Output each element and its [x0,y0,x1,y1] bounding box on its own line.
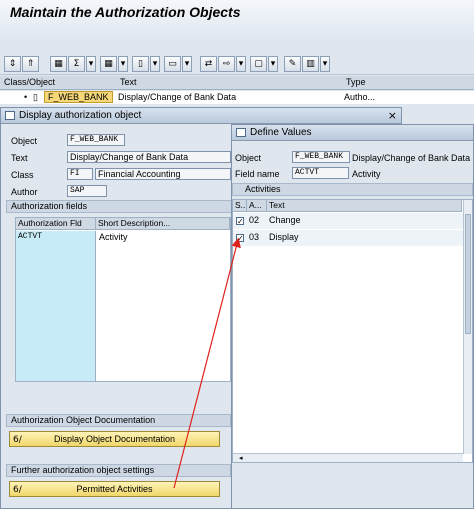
sum-dropdown-icon[interactable]: ▾ [86,56,96,72]
tree-header: Class/Object Text Type [0,76,474,90]
object-label: Object [235,153,262,163]
object-icon: ▯ [33,92,38,102]
auth-field-description: Activity [99,232,128,242]
dialog-title: Define Values [250,127,312,138]
tree-object-type: Autho... [344,92,376,102]
execute-icon: 6∕ [13,485,22,495]
permitted-activities-button[interactable]: 6∕ Permitted Activities [9,481,220,497]
permitted-activities-label: Permitted Activities [76,484,153,494]
page-title: Maintain the Authorization Objects [10,4,241,20]
authorization-fields-table: Authorization Fld Short Description... A… [15,217,231,382]
activities-table: S.. A... Text ✓ 02 Change ✓ 03 Display ◂ [232,199,473,463]
application-toolbar: ⇕ ⇑ ▦ Σ ▾ ▦ ▾ ▯ ▾ ▭ ▾ ⇄ ⇨ ▾ ▢ ▾ ✎ ▥ ▾ [0,53,474,75]
export-dropdown-icon[interactable]: ▾ [182,56,192,72]
scroll-thumb[interactable] [465,214,471,334]
auth-field-actvt[interactable]: ACTVT [18,232,42,241]
edit-pencil-icon[interactable]: ✎ [284,56,301,72]
window-icon [236,128,246,137]
column-select[interactable]: S.. [233,200,247,212]
tree-bullet: • [24,92,28,102]
expand-icon[interactable]: ⇕ [4,56,21,72]
object-description: Display/Change of Bank Data [352,153,471,163]
text-label: Text [11,153,28,163]
column-text[interactable]: Text [120,77,137,87]
tree-row[interactable]: • ▯ F_WEB_BANK Display/Change of Bank Da… [0,91,474,104]
column-type[interactable]: Type [346,77,366,87]
author-field[interactable]: SAP [67,185,107,197]
class-label: Class [11,170,34,180]
activity-checkbox[interactable]: ✓ [236,217,244,226]
display-object-documentation-button[interactable]: 6∕ Display Object Documentation [9,431,220,447]
object-field[interactable]: F_WEB_BANK [292,151,350,163]
scroll-left-icon[interactable]: ◂ [239,455,247,462]
print-icon[interactable]: ▯ [132,56,149,72]
further-settings-group: Further authorization object settings [6,464,231,477]
display-object-documentation-label: Display Object Documentation [53,434,176,444]
delete-dropdown-icon[interactable]: ▾ [320,56,330,72]
close-icon[interactable]: × [388,109,397,122]
forward-dropdown-icon[interactable]: ▾ [236,56,246,72]
fld-column-fill [16,231,96,381]
navigate-icon[interactable]: ⇄ [200,56,217,72]
object-label: Object [11,136,38,146]
column-short-description[interactable]: Short Description... [96,218,230,230]
column-activity[interactable]: A... [247,200,267,212]
window-icon [5,111,15,120]
layout-dropdown-icon[interactable]: ▾ [118,56,128,72]
collapse-icon[interactable]: ⇑ [22,56,39,72]
define-values-dialog: Define Values Object F_WEB_BANK Display/… [231,124,474,509]
new-document-icon[interactable]: ▢ [250,56,267,72]
dialog-title-bar[interactable]: Define Values [232,125,473,141]
tree-object-name[interactable]: F_WEB_BANK [44,91,113,103]
forward-icon[interactable]: ⇨ [218,56,235,72]
execute-icon: 6∕ [13,435,22,445]
text-field[interactable]: Display/Change of Bank Data [67,151,231,163]
activity-text: Display [269,232,299,242]
print-dropdown-icon[interactable]: ▾ [150,56,160,72]
column-authorization-fld[interactable]: Authorization Fld [16,218,96,230]
dialog-title: Display authorization object [19,110,142,121]
column-class-object[interactable]: Class/Object [4,77,55,87]
dialog-title-bar[interactable]: Display authorization object × [1,108,401,124]
sum-icon[interactable]: Σ [68,56,85,72]
activities-group: Activities [232,183,473,196]
class-field[interactable]: FI [67,168,93,180]
activity-code: 02 [249,215,260,225]
authorization-fields-group: Authorization fields [6,200,232,213]
author-label: Author [11,187,38,197]
horizontal-scrollbar[interactable]: ◂ [233,453,463,462]
find-icon[interactable]: ▦ [50,56,67,72]
field-name-label: Field name [235,169,280,179]
tree-object-text: Display/Change of Bank Data [118,92,237,102]
new-dropdown-icon[interactable]: ▾ [268,56,278,72]
delete-trash-icon[interactable]: ▥ [302,56,319,72]
activity-code: 03 [249,232,260,242]
activity-checkbox[interactable]: ✓ [236,234,244,243]
activity-text: Change [269,215,301,225]
activity-row[interactable]: ✓ 03 Display [233,230,463,246]
field-name-description: Activity [352,169,381,179]
documentation-group: Authorization Object Documentation [6,414,231,427]
column-text[interactable]: Text [267,200,462,212]
activity-row[interactable]: ✓ 02 Change [233,213,463,229]
layout-icon[interactable]: ▦ [100,56,117,72]
class-description: Financial Accounting [95,168,231,180]
export-icon[interactable]: ▭ [164,56,181,72]
field-name-field[interactable]: ACTVT [292,167,349,179]
object-field[interactable]: F_WEB_BANK [67,134,125,146]
vertical-scrollbar[interactable] [463,200,472,454]
title-bar: Maintain the Authorization Objects [0,0,474,44]
